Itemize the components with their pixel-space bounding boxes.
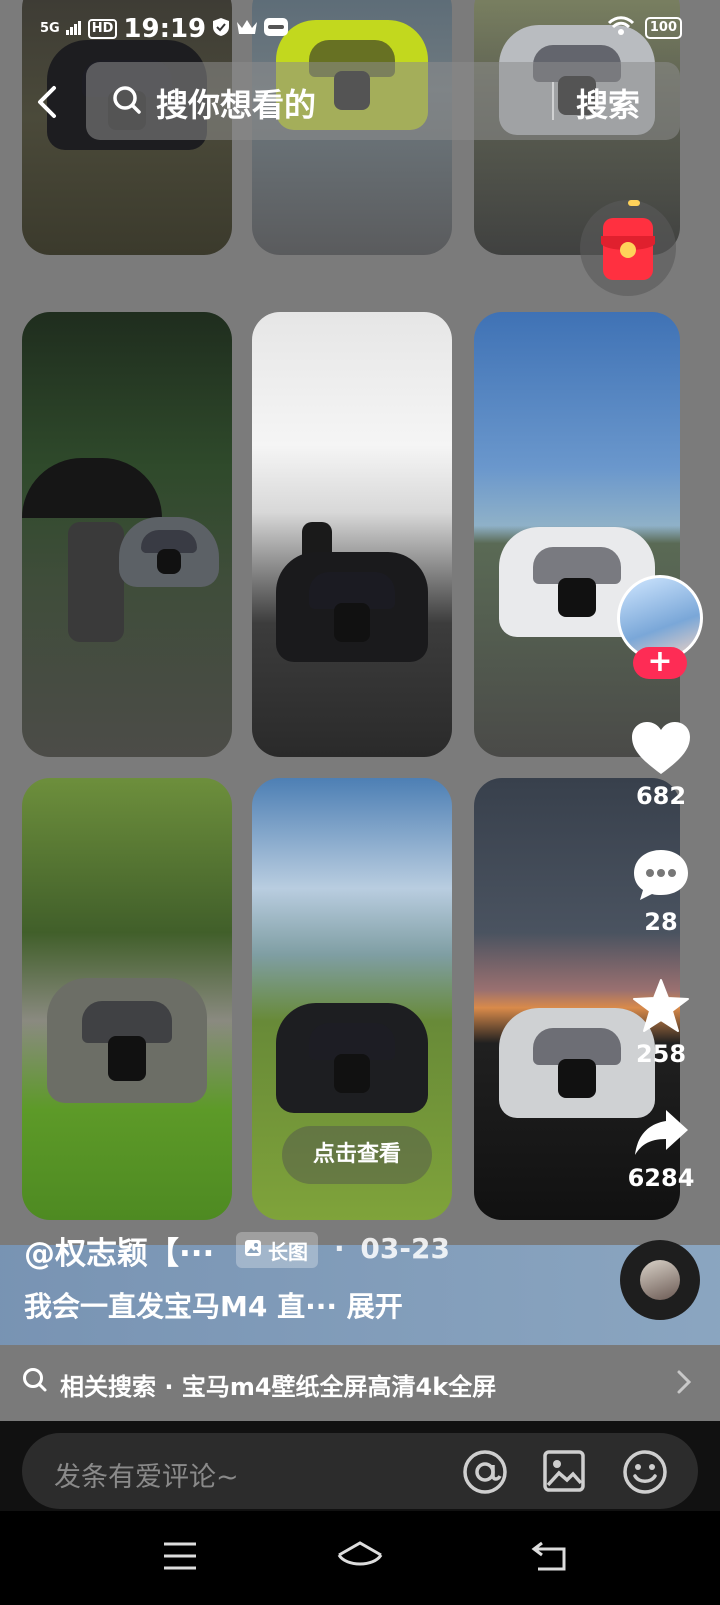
- like-count: 682: [635, 782, 687, 810]
- battery-indicator: 100: [644, 17, 682, 39]
- red-envelope-icon[interactable]: [601, 218, 655, 280]
- home-icon[interactable]: [336, 1541, 384, 1579]
- at-mention-icon[interactable]: [462, 1449, 508, 1499]
- image-tile-4[interactable]: [22, 312, 232, 757]
- system-navigation-bar: [0, 1511, 720, 1605]
- comment-input[interactable]: 发条有爱评论~: [54, 1455, 239, 1494]
- search-bar[interactable]: 搜你想看的 搜索: [86, 62, 680, 140]
- related-search-bar[interactable]: 相关搜索 · 宝马m4壁纸全屏高清4k全屏: [0, 1345, 720, 1421]
- signal-indicator: 5G: [40, 21, 60, 36]
- tag-label: 长图: [268, 1239, 308, 1264]
- share-arrow-icon: [632, 1110, 690, 1162]
- music-cover: [640, 1260, 680, 1300]
- search-divider: [552, 82, 554, 120]
- chevron-left-icon: [38, 86, 56, 118]
- comment-bar: 发条有爱评论~: [0, 1421, 720, 1511]
- follow-button[interactable]: +: [633, 647, 687, 679]
- search-icon: [112, 85, 142, 119]
- chevron-right-icon: [676, 1369, 692, 1399]
- date-value: 03-23: [360, 1232, 450, 1265]
- back-icon[interactable]: [530, 1541, 568, 1577]
- date-separator: ·: [334, 1232, 345, 1265]
- comment-icon: [632, 850, 690, 906]
- post-screen: 点击查看 5G HD 19:19 100 搜你想看的 搜索 + 682 28 2…: [0, 0, 720, 1605]
- emoji-icon[interactable]: [622, 1449, 668, 1499]
- share-button[interactable]: 6284: [620, 1108, 702, 1192]
- back-button[interactable]: [28, 82, 68, 122]
- umbrella: [22, 458, 162, 518]
- comment-input-container[interactable]: 发条有爱评论~: [22, 1433, 698, 1509]
- image-tile-7[interactable]: [22, 778, 232, 1220]
- image-tile-6[interactable]: [474, 312, 680, 757]
- post-date: · 03-23: [334, 1232, 450, 1265]
- comment-count: 28: [644, 908, 678, 936]
- view-overlay-button[interactable]: 点击查看: [282, 1126, 432, 1184]
- music-disc[interactable]: [620, 1240, 700, 1320]
- long-image-tag: 长图: [236, 1232, 318, 1268]
- favorite-count: 258: [635, 1040, 687, 1068]
- vivo-app-icon: [264, 18, 289, 40]
- post-description[interactable]: 我会一直发宝马M4 直··· 展开: [24, 1285, 403, 1325]
- view-label: 点击查看: [312, 1142, 401, 1167]
- comment-button[interactable]: 28: [620, 848, 702, 936]
- menu-icon[interactable]: [162, 1541, 198, 1575]
- crown-icon: [236, 18, 258, 40]
- share-count: 6284: [627, 1164, 695, 1192]
- image-tile-8[interactable]: 点击查看: [252, 778, 452, 1220]
- status-bar: 5G HD 19:19 100: [0, 10, 720, 50]
- related-search-label: 相关搜索 · 宝马m4壁纸全屏高清4k全屏: [60, 1373, 497, 1401]
- wifi-icon: [607, 16, 635, 40]
- star-icon: [632, 979, 690, 1038]
- signal-bars-icon: [65, 20, 82, 39]
- status-time: 19:19: [123, 14, 207, 44]
- search-input[interactable]: 搜你想看的: [156, 80, 316, 126]
- shield-check-icon: [212, 17, 230, 41]
- author-name[interactable]: @权志颖【···: [24, 1228, 214, 1273]
- favorite-button[interactable]: 258: [620, 978, 702, 1068]
- heart-icon: [630, 722, 692, 780]
- search-button[interactable]: 搜索: [576, 80, 640, 126]
- hd-badge: HD: [87, 19, 118, 39]
- image-tile-5[interactable]: [252, 312, 452, 757]
- image-picker-icon[interactable]: [542, 1449, 586, 1497]
- image-icon: [244, 1238, 262, 1262]
- red-envelope-indicator: [628, 200, 640, 206]
- like-button[interactable]: 682: [620, 720, 702, 810]
- search-icon: [22, 1367, 48, 1397]
